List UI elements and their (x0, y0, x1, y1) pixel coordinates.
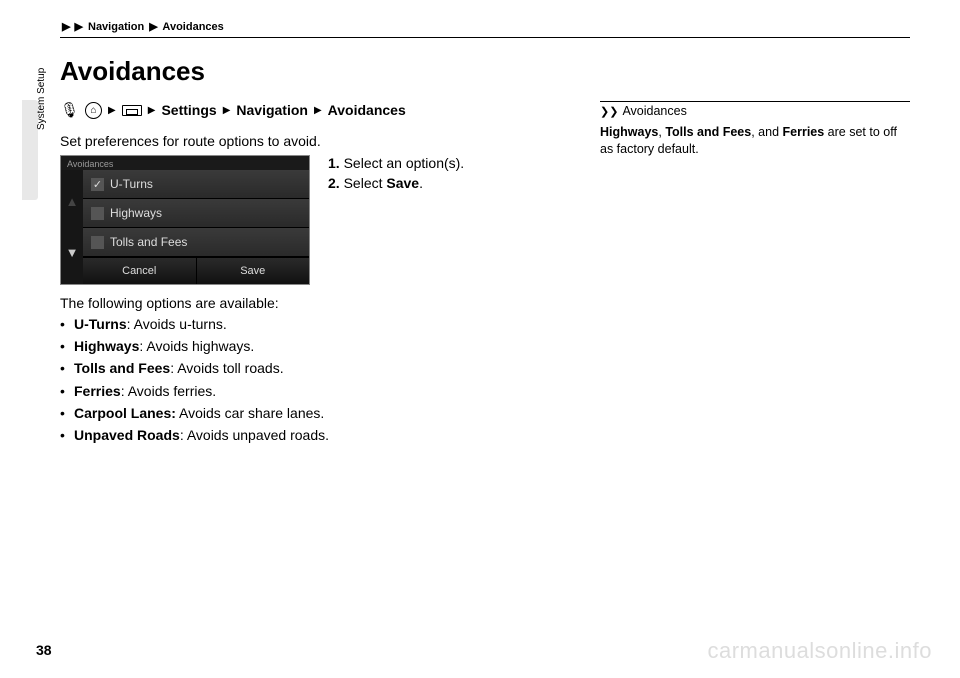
options-list: U-Turns: Avoids u-turns. Highways: Avoid… (60, 315, 570, 444)
options-intro: The following options are available: (60, 295, 570, 311)
list-item: Carpool Lanes: Avoids car share lanes. (60, 404, 570, 422)
chevron-icon: ▶ (149, 20, 157, 33)
opt-bold: Tolls and Fees (74, 360, 170, 376)
list-item: U-Turns: Avoids u-turns. (60, 315, 570, 333)
chevron-icon: ▶ (148, 105, 156, 116)
step-text: Select (344, 175, 387, 191)
opt-text: : Avoids unpaved roads. (180, 427, 329, 443)
checkbox-icon (91, 236, 104, 249)
opt-bold: Carpool Lanes: (74, 405, 176, 421)
step-text: Select an option(s). (344, 155, 465, 171)
chevron-icon: ▶ (314, 105, 322, 116)
opt-bold: Highways (74, 338, 139, 354)
step-bold: Save (386, 175, 419, 191)
list-item-label: Tolls and Fees (110, 235, 187, 249)
note-title: Avoidances (622, 104, 686, 118)
opt-text: : Avoids ferries. (121, 383, 216, 399)
step-num: 1. (328, 155, 340, 171)
voice-icon: 🎙 (60, 101, 79, 119)
chevron-icon: ▶ (223, 105, 231, 116)
scroll-down-icon: ▼ (66, 245, 79, 260)
opt-text: : Avoids u-turns. (127, 316, 227, 332)
note-bold: Tolls and Fees (665, 125, 751, 139)
path-navigation: Navigation (236, 102, 308, 118)
step-2: 2. Select Save. (328, 175, 570, 191)
step-num: 2. (328, 175, 340, 191)
opt-bold: Ferries (74, 383, 121, 399)
double-chevron-icon: ❯❯ (600, 105, 618, 118)
cancel-button: Cancel (83, 257, 196, 284)
list-item: Unpaved Roads: Avoids unpaved roads. (60, 426, 570, 444)
list-item: Tolls and Fees (83, 228, 309, 257)
nav-path: 🎙 ⌂ ▶ ▶ Settings ▶ Navigation ▶ Avoidanc… (60, 101, 570, 119)
device-screenshot: Avoidances ▲ ▼ ✓ U-Turns (60, 155, 310, 285)
note-body: Highways, Tolls and Fees, and Ferries ar… (600, 124, 910, 158)
list-item-label: Highways (110, 206, 162, 220)
scroll-up-dim-icon: ▲ (66, 194, 79, 209)
opt-text: : Avoids highways. (139, 338, 254, 354)
checkbox-icon (91, 207, 104, 220)
opt-text: : Avoids toll roads. (170, 360, 283, 376)
breadcrumb: ▶ ▶ Navigation ▶ Avoidances (60, 20, 910, 38)
path-avoidances: Avoidances (328, 102, 406, 118)
opt-bold: Unpaved Roads (74, 427, 180, 443)
save-button: Save (196, 257, 310, 284)
check-icon: ✓ (91, 178, 104, 191)
watermark: carmanualsonline.info (707, 638, 932, 664)
crumb-avoidances: Avoidances (162, 21, 223, 33)
note-bold: Ferries (783, 125, 825, 139)
crumb-navigation: Navigation (88, 21, 144, 33)
intro-text: Set preferences for route options to avo… (60, 133, 570, 149)
side-note: ❯❯ Avoidances Highways, Tolls and Fees, … (600, 101, 910, 158)
page-number: 38 (36, 642, 52, 658)
step-text: . (419, 175, 423, 191)
list-item: Highways: Avoids highways. (60, 337, 570, 355)
list-item-label: U-Turns (110, 177, 153, 191)
menu-icon (122, 105, 142, 116)
note-text: , and (751, 125, 782, 139)
shot-title: Avoidances (61, 156, 309, 170)
list-item: Highways (83, 199, 309, 228)
list-item: ✓ U-Turns (83, 170, 309, 199)
list-item: Ferries: Avoids ferries. (60, 382, 570, 400)
path-settings: Settings (161, 102, 216, 118)
side-label: System Setup (36, 68, 47, 130)
page-title: Avoidances (60, 56, 910, 87)
chevron-icon: ▶ (108, 105, 116, 116)
opt-bold: U-Turns (74, 316, 127, 332)
note-bold: Highways (600, 125, 658, 139)
step-1: 1. Select an option(s). (328, 155, 570, 171)
chevron-icon: ▶ (74, 20, 82, 33)
list-item: Tolls and Fees: Avoids toll roads. (60, 359, 570, 377)
opt-text: Avoids car share lanes. (176, 405, 324, 421)
chevron-icon: ▶ (62, 20, 70, 33)
home-icon: ⌂ (85, 102, 102, 119)
